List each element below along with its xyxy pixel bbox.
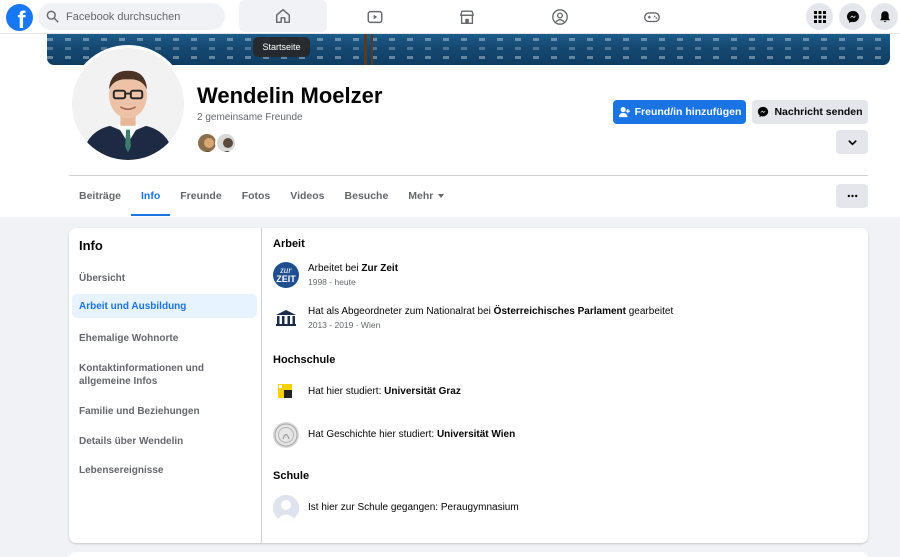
caret-down-icon xyxy=(438,194,445,198)
mutual-friends-link[interactable]: 2 gemeinsame Freunde xyxy=(197,112,303,123)
add-friend-button[interactable]: Freund/in hinzufügen xyxy=(613,100,746,124)
sidebar-item-places[interactable]: Ehemalige Wohnorte xyxy=(72,328,257,349)
college-org-link[interactable]: Universität Wien xyxy=(437,429,515,440)
search-bar[interactable]: Facebook durchsuchen xyxy=(38,3,225,30)
about-card-divider xyxy=(261,228,262,543)
about-sidebar-title: Info xyxy=(79,238,103,253)
school-entry-text: Ist hier zur Schule gegangen: Peraugymna… xyxy=(308,502,519,513)
work-org-link[interactable]: Zur Zeit xyxy=(361,263,398,274)
notifications-icon xyxy=(879,10,890,22)
sidebar-item-overview[interactable]: Übersicht xyxy=(72,268,257,289)
profile-picture[interactable] xyxy=(69,45,187,163)
more-options-button[interactable] xyxy=(836,184,868,208)
search-input[interactable]: Facebook durchsuchen xyxy=(66,11,180,23)
tab-freunde[interactable]: Freunde xyxy=(170,176,231,216)
tab-mehr[interactable]: Mehr xyxy=(398,176,454,216)
work-entry-date: 1998 - heute xyxy=(308,277,356,287)
next-card xyxy=(69,552,868,557)
school-org-link[interactable]: Peraugymnasium xyxy=(441,502,519,513)
facebook-logo[interactable]: f xyxy=(6,4,33,31)
zur-zeit-logo[interactable]: zur ZEIT xyxy=(273,262,299,288)
gaming-icon xyxy=(644,11,660,22)
tab-mehr-label: Mehr xyxy=(408,190,434,202)
send-message-button[interactable]: Nachricht senden xyxy=(752,100,868,124)
profile-name: Wendelin Moelzer xyxy=(197,83,383,108)
work-org-link[interactable]: Österreichisches Parlament xyxy=(494,306,626,317)
college-prefix: Hat hier studiert: xyxy=(308,386,385,397)
marketplace-icon xyxy=(460,9,474,24)
section-title-work: Arbeit xyxy=(273,238,305,250)
profile-portrait xyxy=(72,48,184,160)
tab-info[interactable]: Info xyxy=(131,176,171,216)
tab-fotos[interactable]: Fotos xyxy=(232,176,281,216)
watch-icon xyxy=(367,10,383,23)
tab-videos[interactable]: Videos xyxy=(280,176,334,216)
add-friend-label: Freund/in hinzufügen xyxy=(634,106,742,118)
more-dots-icon xyxy=(847,194,857,198)
cover-photo[interactable] xyxy=(47,34,890,65)
parliament-icon[interactable] xyxy=(273,305,299,331)
sidebar-item-work-education[interactable]: Arbeit und Ausbildung xyxy=(72,294,257,318)
expand-button[interactable] xyxy=(836,130,868,154)
work-prefix: Hat als Abgeordneter zum Nationalrat bei xyxy=(308,306,494,317)
profile-tabs: Beiträge Info Freunde Fotos Videos Besuc… xyxy=(69,176,454,216)
work-entry-text: Arbeitet bei Zur Zeit xyxy=(308,263,398,274)
college-entry-text: Hat hier studiert: Universität Graz xyxy=(308,386,461,397)
zur-zeit-logo-text-2: ZEIT xyxy=(276,274,296,284)
send-message-label: Nachricht senden xyxy=(774,106,863,118)
tab-beitraege[interactable]: Beiträge xyxy=(69,176,131,216)
top-navigation-bar: f Facebook durchsuchen xyxy=(0,0,900,34)
messenger-button[interactable] xyxy=(839,3,866,30)
nav-tab-groups[interactable] xyxy=(516,0,604,33)
nav-tab-watch[interactable] xyxy=(331,0,419,33)
nav-tab-marketplace[interactable] xyxy=(423,0,511,33)
sidebar-item-contact[interactable]: Kontaktinformationen und allgemeine Info… xyxy=(72,358,257,392)
sidebar-item-life-events[interactable]: Lebensereignisse xyxy=(72,460,257,481)
add-friend-icon xyxy=(618,107,630,118)
messenger-icon xyxy=(846,10,859,23)
mutual-friend-avatar[interactable] xyxy=(215,132,237,154)
tooltip-startseite: Startseite xyxy=(253,37,310,57)
tab-besuche[interactable]: Besuche xyxy=(335,176,399,216)
section-title-school: Schule xyxy=(273,470,310,482)
menu-grid-icon xyxy=(813,10,826,23)
menu-button[interactable] xyxy=(806,3,833,30)
school-prefix: Ist hier zur Schule gegangen: xyxy=(308,502,441,513)
work-entry-date: 2013 - 2019 · Wien xyxy=(308,320,381,330)
section-title-college: Hochschule xyxy=(273,354,336,366)
college-entry-text: Hat Geschichte hier studiert: Universitä… xyxy=(308,429,515,440)
chevron-down-icon xyxy=(847,139,857,145)
uni-wien-logo[interactable] xyxy=(273,422,299,448)
sidebar-item-family[interactable]: Familie und Beziehungen xyxy=(72,401,257,422)
nav-tab-gaming[interactable] xyxy=(608,0,696,33)
messenger-icon xyxy=(758,106,769,118)
home-icon xyxy=(275,8,291,24)
work-suffix: gearbeitet xyxy=(625,306,674,317)
nav-tab-home[interactable] xyxy=(239,0,327,32)
groups-icon xyxy=(552,8,568,25)
work-entry-text: Hat als Abgeordneter zum Nationalrat bei… xyxy=(308,306,673,317)
notifications-button[interactable] xyxy=(871,3,898,30)
school-placeholder-icon[interactable] xyxy=(273,495,299,521)
college-org-link[interactable]: Universität Graz xyxy=(384,386,461,397)
uni-graz-logo[interactable] xyxy=(273,379,299,405)
work-prefix: Arbeitet bei xyxy=(308,263,362,274)
sidebar-item-details[interactable]: Details über Wendelin xyxy=(72,431,257,452)
college-prefix: Hat Geschichte hier studiert: xyxy=(308,429,437,440)
search-icon xyxy=(46,10,59,23)
